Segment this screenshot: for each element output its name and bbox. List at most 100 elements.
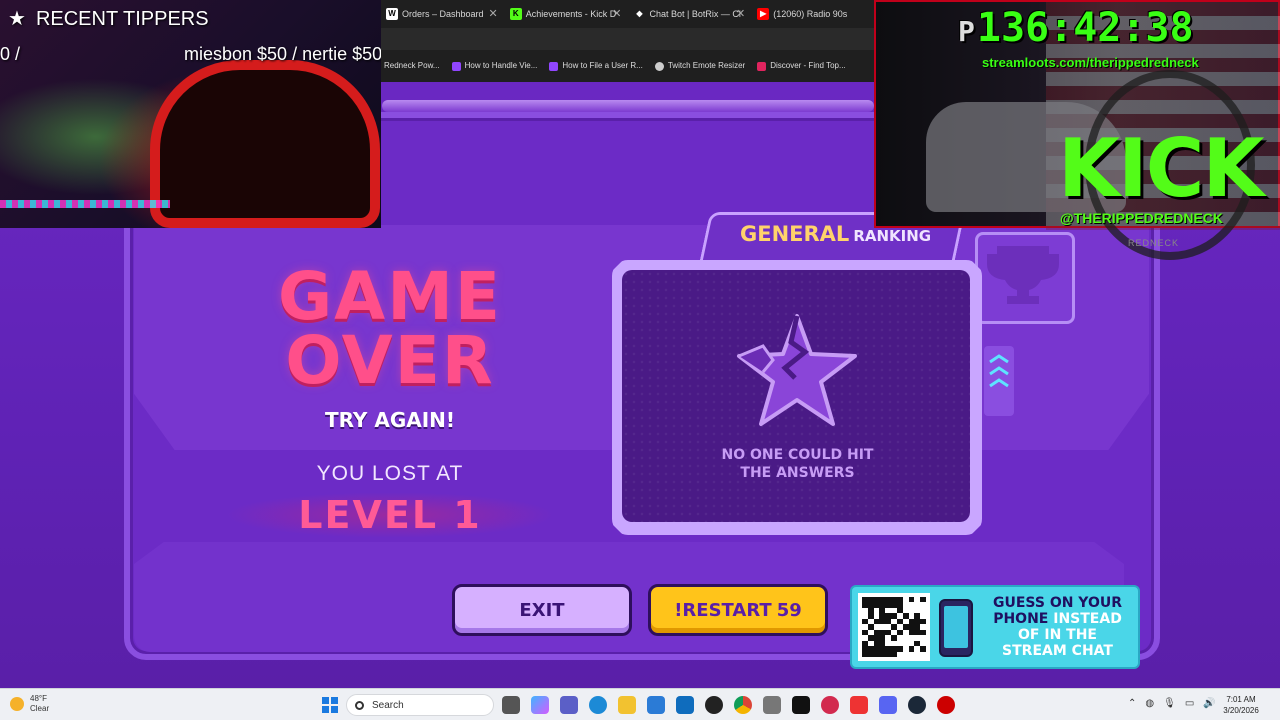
youtube-favicon-icon: ▶	[757, 8, 770, 20]
restart-label: !RESTART	[674, 599, 772, 621]
broken-star-icon	[737, 314, 857, 426]
bookmark-item[interactable]: Redneck Pow...	[384, 54, 440, 78]
store-icon[interactable]	[647, 696, 665, 714]
terminal-icon[interactable]	[792, 696, 810, 714]
microphone-icon[interactable]: 🎙	[1163, 698, 1176, 709]
record-icon[interactable]	[937, 696, 955, 714]
network-icon[interactable]: ◍	[1145, 698, 1154, 709]
teams-icon[interactable]	[560, 696, 578, 714]
led-strip	[0, 200, 170, 208]
restart-button[interactable]: !RESTART 59	[648, 584, 828, 636]
exit-button[interactable]: EXIT	[452, 584, 632, 636]
tippers-title-text: RECENT TIPPERS	[35, 8, 209, 30]
search-icon	[355, 700, 364, 710]
app-icon[interactable]	[763, 696, 781, 714]
no-winners-message: NO ONE COULD HIT THE ANSWERS	[700, 446, 895, 482]
browser-window: W Orders – Dashboard ✕ K Achievements - …	[380, 0, 875, 82]
clock[interactable]: 7:01 AM 3/20/2026	[1218, 694, 1264, 716]
close-icon[interactable]: ✕	[489, 0, 498, 28]
promo-line4: STREAM CHAT	[1002, 643, 1113, 659]
promo-line2a: PHONE	[993, 611, 1049, 627]
pinned-apps	[502, 696, 955, 714]
twitch-icon	[451, 61, 461, 71]
tab-botrix[interactable]: ◆ Chat Bot | BotRix — Cl ✕	[628, 0, 752, 28]
exit-label: EXIT	[519, 599, 565, 621]
promo-line3: OF IN THE	[1018, 627, 1097, 643]
tab-label: (12060) Radio 90s	[773, 9, 848, 19]
ranking-sub-text: RANKING	[853, 227, 932, 245]
top-rail	[382, 100, 874, 112]
chevron-icon	[989, 354, 1009, 388]
qr-code	[858, 593, 930, 661]
tab-achievements[interactable]: K Achievements - Kick D ✕	[504, 0, 628, 28]
lost-at-label: YOU LOST AT	[316, 462, 464, 485]
kick-favicon-icon: K	[509, 8, 522, 20]
tab-label: Orders – Dashboard	[402, 9, 484, 19]
globe-icon	[654, 61, 664, 71]
bookmark-item[interactable]: Discover - Find Top...	[757, 54, 846, 78]
taskbar-search[interactable]: Search	[346, 694, 494, 716]
clock-time: 7:01 AM	[1226, 695, 1256, 704]
windows-taskbar: 48°F Clear Search ⌃ ◍ 🎙 ▭ 🔊 7:01 AM 3/20…	[0, 688, 1280, 720]
clock-date: 3/20/2026	[1223, 706, 1259, 715]
tab-label: Chat Bot | BotRix — Cl	[649, 9, 741, 19]
task-view-icon[interactable]	[502, 696, 520, 714]
search-label: Search	[372, 699, 404, 711]
obs-icon[interactable]	[705, 696, 723, 714]
discord-icon[interactable]	[879, 696, 897, 714]
audio-app-icon[interactable]	[821, 696, 839, 714]
restart-count: 59	[776, 599, 802, 621]
volume-icon[interactable]: 🔊	[1203, 698, 1215, 709]
bookmark-item[interactable]: How to File a User R...	[549, 54, 643, 78]
botrix-favicon-icon: ◆	[636, 9, 643, 18]
discover-icon	[757, 61, 767, 71]
tab-radio[interactable]: ▶ (12060) Radio 90s	[751, 0, 875, 28]
bookmark-label: How to Handle Vie...	[464, 61, 538, 70]
file-explorer-icon[interactable]	[618, 696, 636, 714]
game-over-line1: GAME	[277, 258, 502, 335]
no-winners-line2: THE ANSWERS	[740, 465, 855, 481]
bookmark-item[interactable]: Twitch Emote Resizer	[654, 54, 745, 78]
game-over-title: GAME OVER	[250, 258, 530, 399]
copilot-icon[interactable]	[531, 696, 549, 714]
star-icon: ★	[8, 8, 26, 30]
ranking-main-text: GENERAL	[740, 222, 850, 246]
edge-icon[interactable]	[589, 696, 607, 714]
tab-orders-dashboard[interactable]: W Orders – Dashboard ✕	[380, 0, 504, 28]
recent-tippers-title: ★ RECENT TIPPERS	[8, 6, 209, 31]
streamer-bot-icon[interactable]	[850, 696, 868, 714]
bookmark-item[interactable]: How to Handle Vie...	[451, 54, 538, 78]
phone-icon	[939, 599, 973, 657]
weather-widget[interactable]: 48°F Clear	[10, 694, 49, 714]
tippers-ticker-right: miesbon $50 / nertie $50	[184, 44, 381, 64]
promo-line2b: INSTEAD	[1053, 611, 1122, 627]
start-button[interactable]	[322, 697, 338, 713]
kick-handle: @THERIPPEDREDNECK	[1060, 210, 1224, 226]
bookmarks-bar: Redneck Pow... How to Handle Vie... How …	[380, 54, 875, 78]
dashboard-favicon-icon: W	[386, 8, 398, 20]
bookmark-label: Redneck Pow...	[384, 61, 440, 70]
level-value: LEVEL 1	[225, 492, 555, 538]
qr-grid	[862, 597, 926, 657]
tab-strip: W Orders – Dashboard ✕ K Achievements - …	[380, 0, 875, 28]
gaming-chair	[150, 60, 380, 228]
chrome-icon[interactable]	[734, 696, 752, 714]
display-icon[interactable]: ▭	[1185, 698, 1194, 709]
kick-logo: KICK	[1058, 122, 1264, 215]
close-icon[interactable]: ✕	[736, 0, 745, 28]
steam-icon[interactable]	[908, 696, 926, 714]
no-winners-line1: NO ONE COULD HIT	[721, 447, 874, 463]
game-over-line2: OVER	[285, 322, 495, 399]
streamloots-url: streamloots.com/therippedredneck	[982, 55, 1199, 70]
timer-value: 136:42:38	[976, 5, 1194, 51]
address-bar[interactable]	[380, 28, 875, 50]
weather-text: 48°F Clear	[30, 694, 49, 714]
weather-temp: 48°F	[30, 694, 47, 703]
close-icon[interactable]: ✕	[612, 0, 621, 28]
chevron-up-icon[interactable]: ⌃	[1128, 698, 1136, 709]
webcam-left	[0, 0, 381, 228]
promo-text: GUESS ON YOUR PHONE INSTEAD OF IN THE ST…	[985, 595, 1130, 659]
tippers-ticker-left: 0 /	[0, 44, 21, 64]
timer-prefix: P	[958, 15, 975, 48]
outlook-icon[interactable]	[676, 696, 694, 714]
